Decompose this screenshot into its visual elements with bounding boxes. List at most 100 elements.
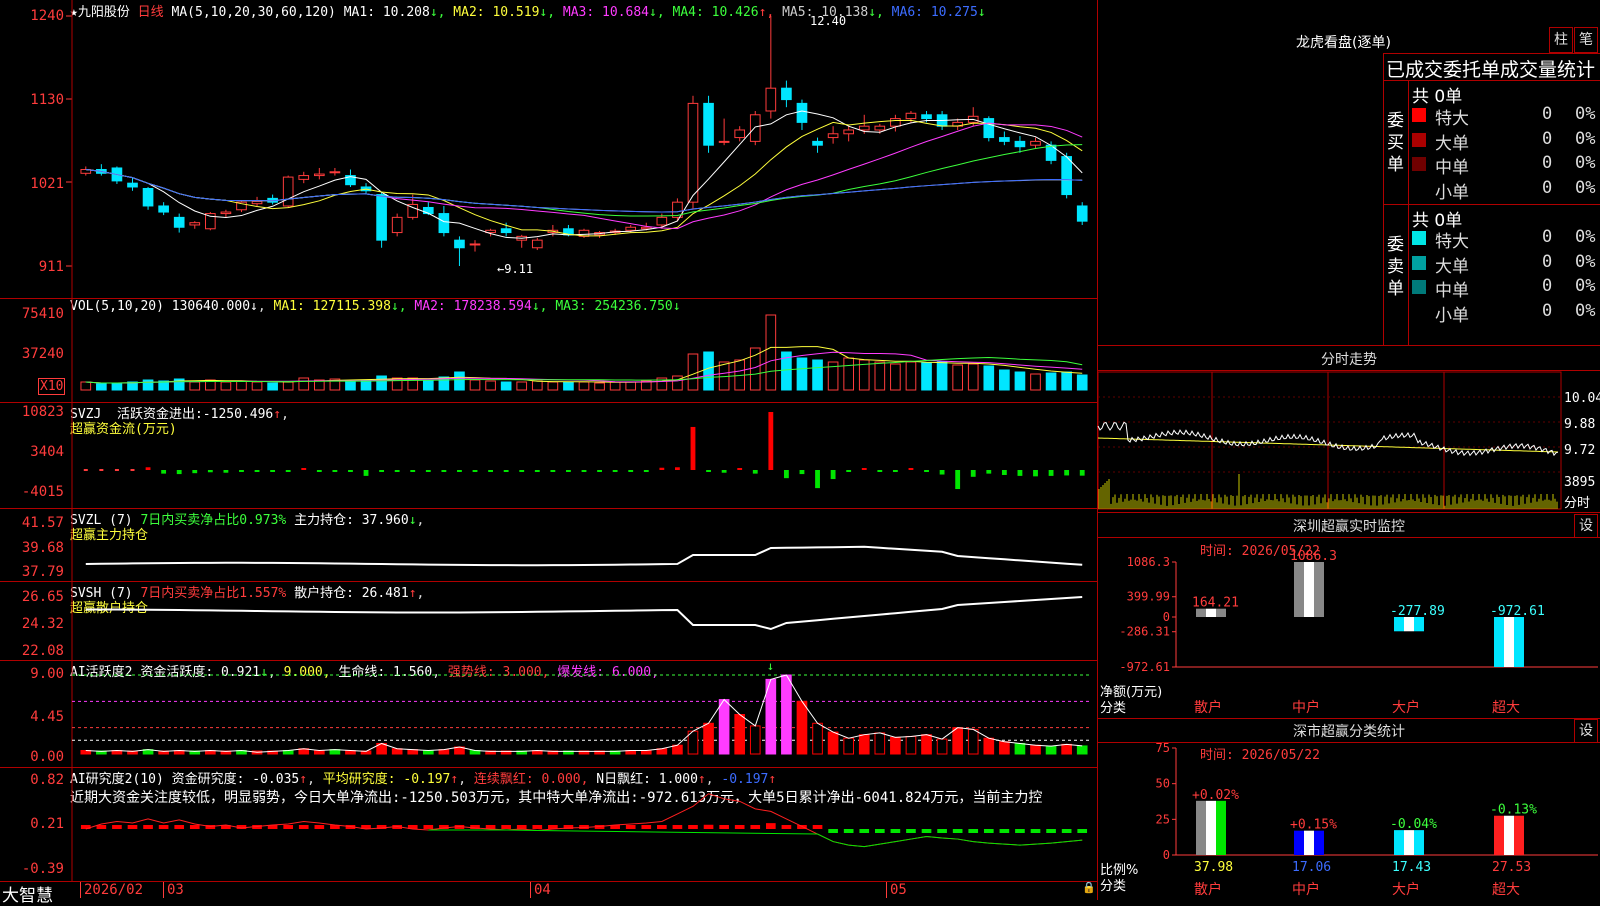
candle-body bbox=[127, 182, 138, 188]
volume-bar bbox=[189, 381, 201, 391]
svsh-chart[interactable] bbox=[0, 581, 1097, 660]
order-count: 0 bbox=[1542, 177, 1553, 198]
sz-bar bbox=[1414, 617, 1424, 632]
legend-swatch bbox=[1412, 132, 1426, 147]
bar-mode-button[interactable]: 柱 bbox=[1549, 27, 1573, 53]
research-bar bbox=[874, 829, 885, 833]
svzl-pane[interactable]: SVZL (7) 7日内买卖净占比0.973% 主力持仓: 37.960↓, 超… bbox=[0, 508, 1097, 582]
volume-bar bbox=[905, 361, 917, 391]
volume-bar bbox=[1030, 373, 1041, 391]
candle-body bbox=[718, 140, 730, 143]
volume-pane[interactable]: VOL(5,10,20) 130640.000↓, MA1: 127115.39… bbox=[0, 298, 1097, 403]
candle-body bbox=[656, 216, 668, 226]
volume-bar bbox=[952, 364, 963, 391]
volume-bar bbox=[749, 347, 761, 391]
flow-bar bbox=[970, 470, 976, 477]
activity-bar bbox=[843, 737, 855, 755]
order-stat-title: 已成交委托单成交量统计 bbox=[1386, 59, 1596, 81]
volume-bar bbox=[921, 362, 932, 391]
research-bar bbox=[688, 825, 698, 829]
candle-body bbox=[1014, 140, 1026, 148]
candle-body bbox=[905, 112, 917, 120]
activity-bar bbox=[734, 714, 746, 755]
order-size-label: 小单 bbox=[1435, 182, 1469, 203]
lock-icon[interactable]: 🔒 bbox=[1082, 881, 1096, 894]
research-bar bbox=[158, 825, 169, 829]
research-bar bbox=[298, 825, 309, 829]
ss-bar bbox=[1314, 830, 1324, 855]
sz-bar bbox=[1304, 562, 1314, 617]
sz-ytick-label: -972.61 bbox=[1119, 660, 1170, 674]
svzl-chart[interactable] bbox=[0, 508, 1097, 581]
date-axis: 大智慧 2026/02 03 04 05 🔒 bbox=[2, 881, 1096, 906]
ss-bar bbox=[1504, 815, 1514, 855]
order-count: 0 bbox=[1542, 276, 1553, 296]
volume-bar bbox=[469, 379, 481, 391]
candle-body bbox=[329, 171, 341, 174]
flow-bar bbox=[737, 468, 743, 470]
research-bar bbox=[906, 829, 916, 833]
kline-chart[interactable] bbox=[0, 0, 1097, 298]
flow-bar bbox=[846, 470, 852, 472]
candle-body bbox=[422, 206, 434, 215]
flow-bar bbox=[457, 470, 462, 472]
candle-body bbox=[251, 200, 263, 205]
activity-bar bbox=[422, 749, 434, 755]
order-pct: 0% bbox=[1575, 128, 1596, 149]
sz-class-chart[interactable]: 75 50 25 0 +0.02% 37.98 散户 +0.15% 17.06 中户 -0.04% 1… bbox=[1098, 718, 1600, 900]
chart-area[interactable]: ★九阳股份 日线 MA(5,10,20,30,60,120) MA1: 10.2… bbox=[0, 0, 1098, 906]
flow-bar bbox=[659, 467, 665, 470]
activity-bar bbox=[1014, 742, 1026, 755]
svzj-pane[interactable]: SVZJ 活跃资金进出:-1250.496↑, 超赢资金流(万元) 10823 … bbox=[0, 402, 1097, 509]
volume-bar bbox=[999, 369, 1010, 391]
candle-body bbox=[531, 239, 543, 249]
flow-bar bbox=[566, 470, 571, 472]
research-bar bbox=[999, 829, 1010, 833]
candle-body bbox=[282, 176, 294, 207]
flow-bar bbox=[176, 470, 182, 475]
sz-bar bbox=[1394, 617, 1404, 632]
volume-bar bbox=[111, 382, 123, 391]
sz-ytick-label: -286.31 bbox=[1119, 625, 1170, 639]
candle-body bbox=[827, 133, 839, 139]
svsh-pane[interactable]: SVSH (7) 7日内买卖净占比1.557% 散户持仓: 26.481↑, 超… bbox=[0, 581, 1097, 661]
ai-research-pane[interactable]: AI研究度2(10) 资金研究度: -0.035↑, 平均研究度: -0.197… bbox=[0, 767, 1097, 882]
svzj-chart[interactable] bbox=[0, 402, 1097, 508]
lhb-title: 龙虎看盘(逐单) bbox=[1296, 35, 1391, 51]
hold-line bbox=[85, 545, 1083, 567]
volume-ma-line bbox=[85, 351, 1083, 384]
ss-bar bbox=[1206, 800, 1216, 855]
ss-bar bbox=[1514, 815, 1524, 855]
intraday-chart[interactable] bbox=[1097, 371, 1568, 510]
research-bar bbox=[1030, 829, 1041, 833]
legend-swatch bbox=[1412, 157, 1426, 171]
ai-activity-pane[interactable]: AI活跃度2 资金活跃度: 0.921↓, 9.000, 生命线: 1.560,… bbox=[0, 659, 1097, 768]
research-bar bbox=[937, 829, 947, 833]
research-bar bbox=[983, 829, 994, 833]
activity-bar bbox=[313, 749, 325, 755]
flow-bar bbox=[207, 470, 213, 473]
volume-bar bbox=[578, 381, 590, 391]
volume-bar bbox=[547, 381, 559, 391]
flow-bar bbox=[877, 470, 883, 472]
volume-bar bbox=[687, 353, 699, 391]
research-bar bbox=[174, 825, 185, 829]
tick-mode-button[interactable]: 笔 bbox=[1574, 27, 1598, 53]
ai-research-chart[interactable] bbox=[0, 768, 1097, 881]
research-bar bbox=[641, 825, 652, 829]
sz-bar bbox=[1494, 617, 1504, 667]
kline-pane[interactable]: ★九阳股份 日线 MA(5,10,20,30,60,120) MA1: 10.2… bbox=[0, 0, 1097, 299]
order-pct: 0% bbox=[1575, 276, 1596, 296]
flow-bar bbox=[861, 468, 867, 470]
order-stat-table: 已成交委托单成交量统计 委买单 委卖单 共 0单 共 0单 特大 0 0% 大单 0 0%… bbox=[1383, 53, 1600, 346]
candle-body bbox=[983, 118, 995, 139]
candle-body bbox=[812, 140, 823, 146]
sz-bar bbox=[1314, 562, 1324, 617]
ss-ytick-label: 0 bbox=[1163, 848, 1170, 862]
volume-chart[interactable] bbox=[0, 298, 1097, 402]
ai-activity-chart[interactable]: ↓ bbox=[0, 659, 1097, 767]
ss-value-label: 27.53 bbox=[1492, 860, 1531, 875]
sz-net-chart[interactable]: 1086.3 399.99 0-286.31 -972.61 164.21 散户 1086.… bbox=[1098, 512, 1600, 718]
volume-bar bbox=[96, 383, 107, 391]
ma-line bbox=[85, 168, 1083, 213]
